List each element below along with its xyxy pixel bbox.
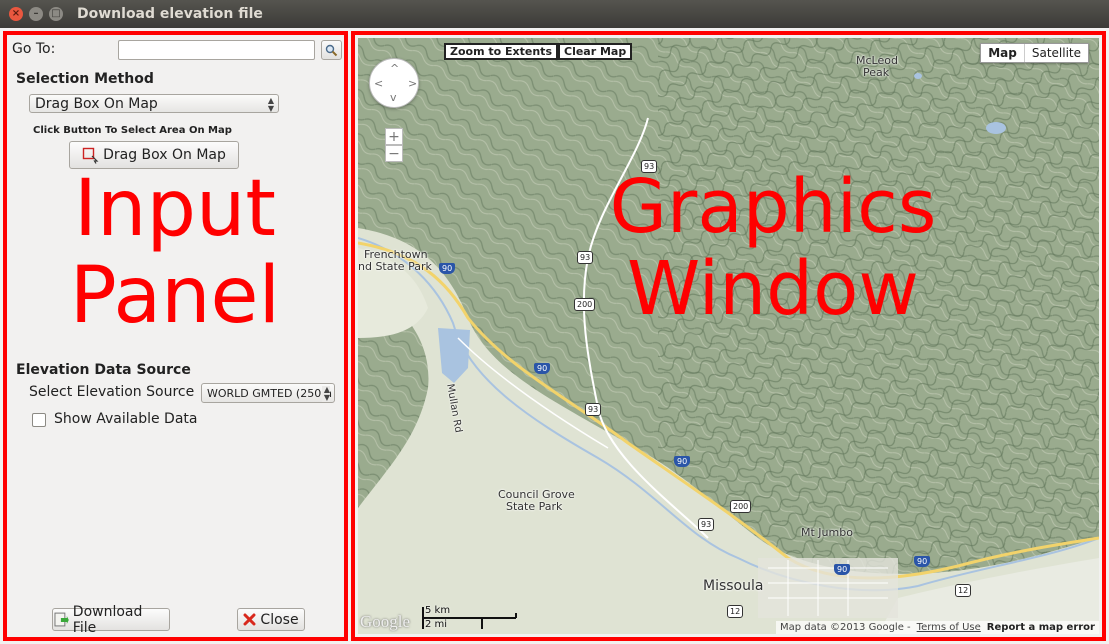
overlay-line-1: Input <box>74 164 276 254</box>
instruction-text: Click Button To Select Area On Map <box>33 125 232 136</box>
highway-shield: 93 <box>698 518 715 531</box>
pan-up-icon[interactable]: ^ <box>390 62 399 75</box>
goto-search-button[interactable] <box>321 40 342 60</box>
pan-down-icon[interactable]: v <box>390 91 397 104</box>
interstate-shield: 90 <box>834 564 851 575</box>
highway-shield: 200 <box>574 298 596 311</box>
maximize-icon: □ <box>51 8 61 19</box>
report-map-error-link[interactable]: Report a map error <box>987 622 1095 633</box>
terrain-map <box>358 38 1099 634</box>
selection-method-heading: Selection Method <box>16 71 154 87</box>
interstate-shield: 90 <box>674 456 691 467</box>
place-label: Peak <box>863 66 890 79</box>
place-label: State Park <box>506 500 563 513</box>
elevation-source-value: WORLD GMTED (250m <box>207 386 332 400</box>
interstate-shield: 90 <box>534 363 551 374</box>
place-label: Missoula <box>703 578 764 594</box>
goto-input[interactable] <box>118 40 315 60</box>
map-attribution: Map data ©2013 Google - Terms of Use Rep… <box>775 621 1099 634</box>
overlay-line-1: Graphics <box>609 164 937 250</box>
drag-box-button-label: Drag Box On Map <box>103 147 226 163</box>
place-label: nd State Park <box>358 260 432 273</box>
window-title: Download elevation file <box>77 6 263 22</box>
pan-left-icon[interactable]: < <box>374 77 383 90</box>
scale-km-label: 5 km <box>425 605 451 616</box>
window-minimize-button[interactable]: – <box>29 7 43 21</box>
selection-method-select[interactable]: Drag Box On Map ▲ ▼ <box>29 94 279 113</box>
map-type-satellite-button[interactable]: Satellite <box>1025 44 1088 62</box>
zoom-in-button[interactable]: + <box>385 128 403 145</box>
window-maximize-button[interactable]: □ <box>49 7 63 21</box>
combo-arrows-icon: ▲ ▼ <box>267 96 274 113</box>
graphics-window: Zoom to Extents Clear Map Map Satellite … <box>351 28 1109 644</box>
highway-shield: 93 <box>585 403 602 416</box>
show-available-label: Show Available Data <box>54 411 198 427</box>
close-x-icon <box>243 613 256 626</box>
clear-map-button[interactable]: Clear Map <box>558 43 633 60</box>
highway-shield: 12 <box>727 605 744 618</box>
download-icon <box>54 612 69 626</box>
selection-method-value: Drag Box On Map <box>35 95 158 112</box>
zoom-out-button[interactable]: − <box>385 145 403 162</box>
highway-shield: 200 <box>730 500 752 513</box>
close-button-label: Close <box>260 611 299 628</box>
pan-right-icon[interactable]: > <box>408 77 417 90</box>
window-client: Go To: Selection Method Drag Box On Map … <box>0 28 1109 644</box>
map-scale: 5 km 2 mi <box>420 605 518 631</box>
drag-box-icon <box>82 147 99 164</box>
elevation-source-heading: Elevation Data Source <box>16 362 191 378</box>
graphics-window-overlay-label: Graphics Window <box>573 170 973 326</box>
input-panel-overlay-label: Input Panel <box>10 170 340 335</box>
google-logo: Google <box>360 612 411 631</box>
scale-mi-label: 2 mi <box>425 619 448 630</box>
close-button[interactable]: Close <box>237 608 305 631</box>
download-file-button[interactable]: Download File <box>52 604 170 636</box>
attribution-text: Map data ©2013 Google - <box>779 622 911 633</box>
map-type-control: Map Satellite <box>980 43 1089 63</box>
highway-shield: 93 <box>641 160 658 173</box>
search-icon <box>325 44 338 56</box>
download-file-label: Download File <box>72 603 143 636</box>
place-label: Mt Jumbo <box>801 526 853 539</box>
zoom-to-extents-button[interactable]: Zoom to Extents <box>444 43 558 60</box>
show-available-checkbox[interactable] <box>32 413 46 427</box>
highway-shield: 12 <box>955 584 972 597</box>
goto-label: Go To: <box>12 41 56 57</box>
elevation-source-select[interactable]: WORLD GMTED (250m ▲ ▼ <box>201 383 335 403</box>
select-elevation-label: Select Elevation Source <box>29 384 195 400</box>
input-panel: Go To: Selection Method Drag Box On Map … <box>0 28 351 644</box>
title-bar: × – □ Download elevation file <box>0 0 1109 28</box>
combo-arrows-icon: ▲ ▼ <box>321 385 330 402</box>
interstate-shield: 90 <box>914 556 931 567</box>
map-canvas[interactable]: Zoom to Extents Clear Map Map Satellite … <box>358 38 1099 634</box>
pan-control[interactable]: ^ < > v <box>369 58 419 108</box>
overlay-line-2: Window <box>627 246 919 332</box>
terms-of-use-link[interactable]: Terms of Use <box>917 622 981 633</box>
highway-shield: 93 <box>577 251 594 264</box>
close-icon: × <box>11 8 21 19</box>
window-close-button[interactable]: × <box>9 7 23 21</box>
interstate-shield: 90 <box>439 263 456 274</box>
map-type-map-button[interactable]: Map <box>981 44 1025 62</box>
minimize-icon: – <box>33 8 39 19</box>
overlay-line-2: Panel <box>69 251 281 341</box>
